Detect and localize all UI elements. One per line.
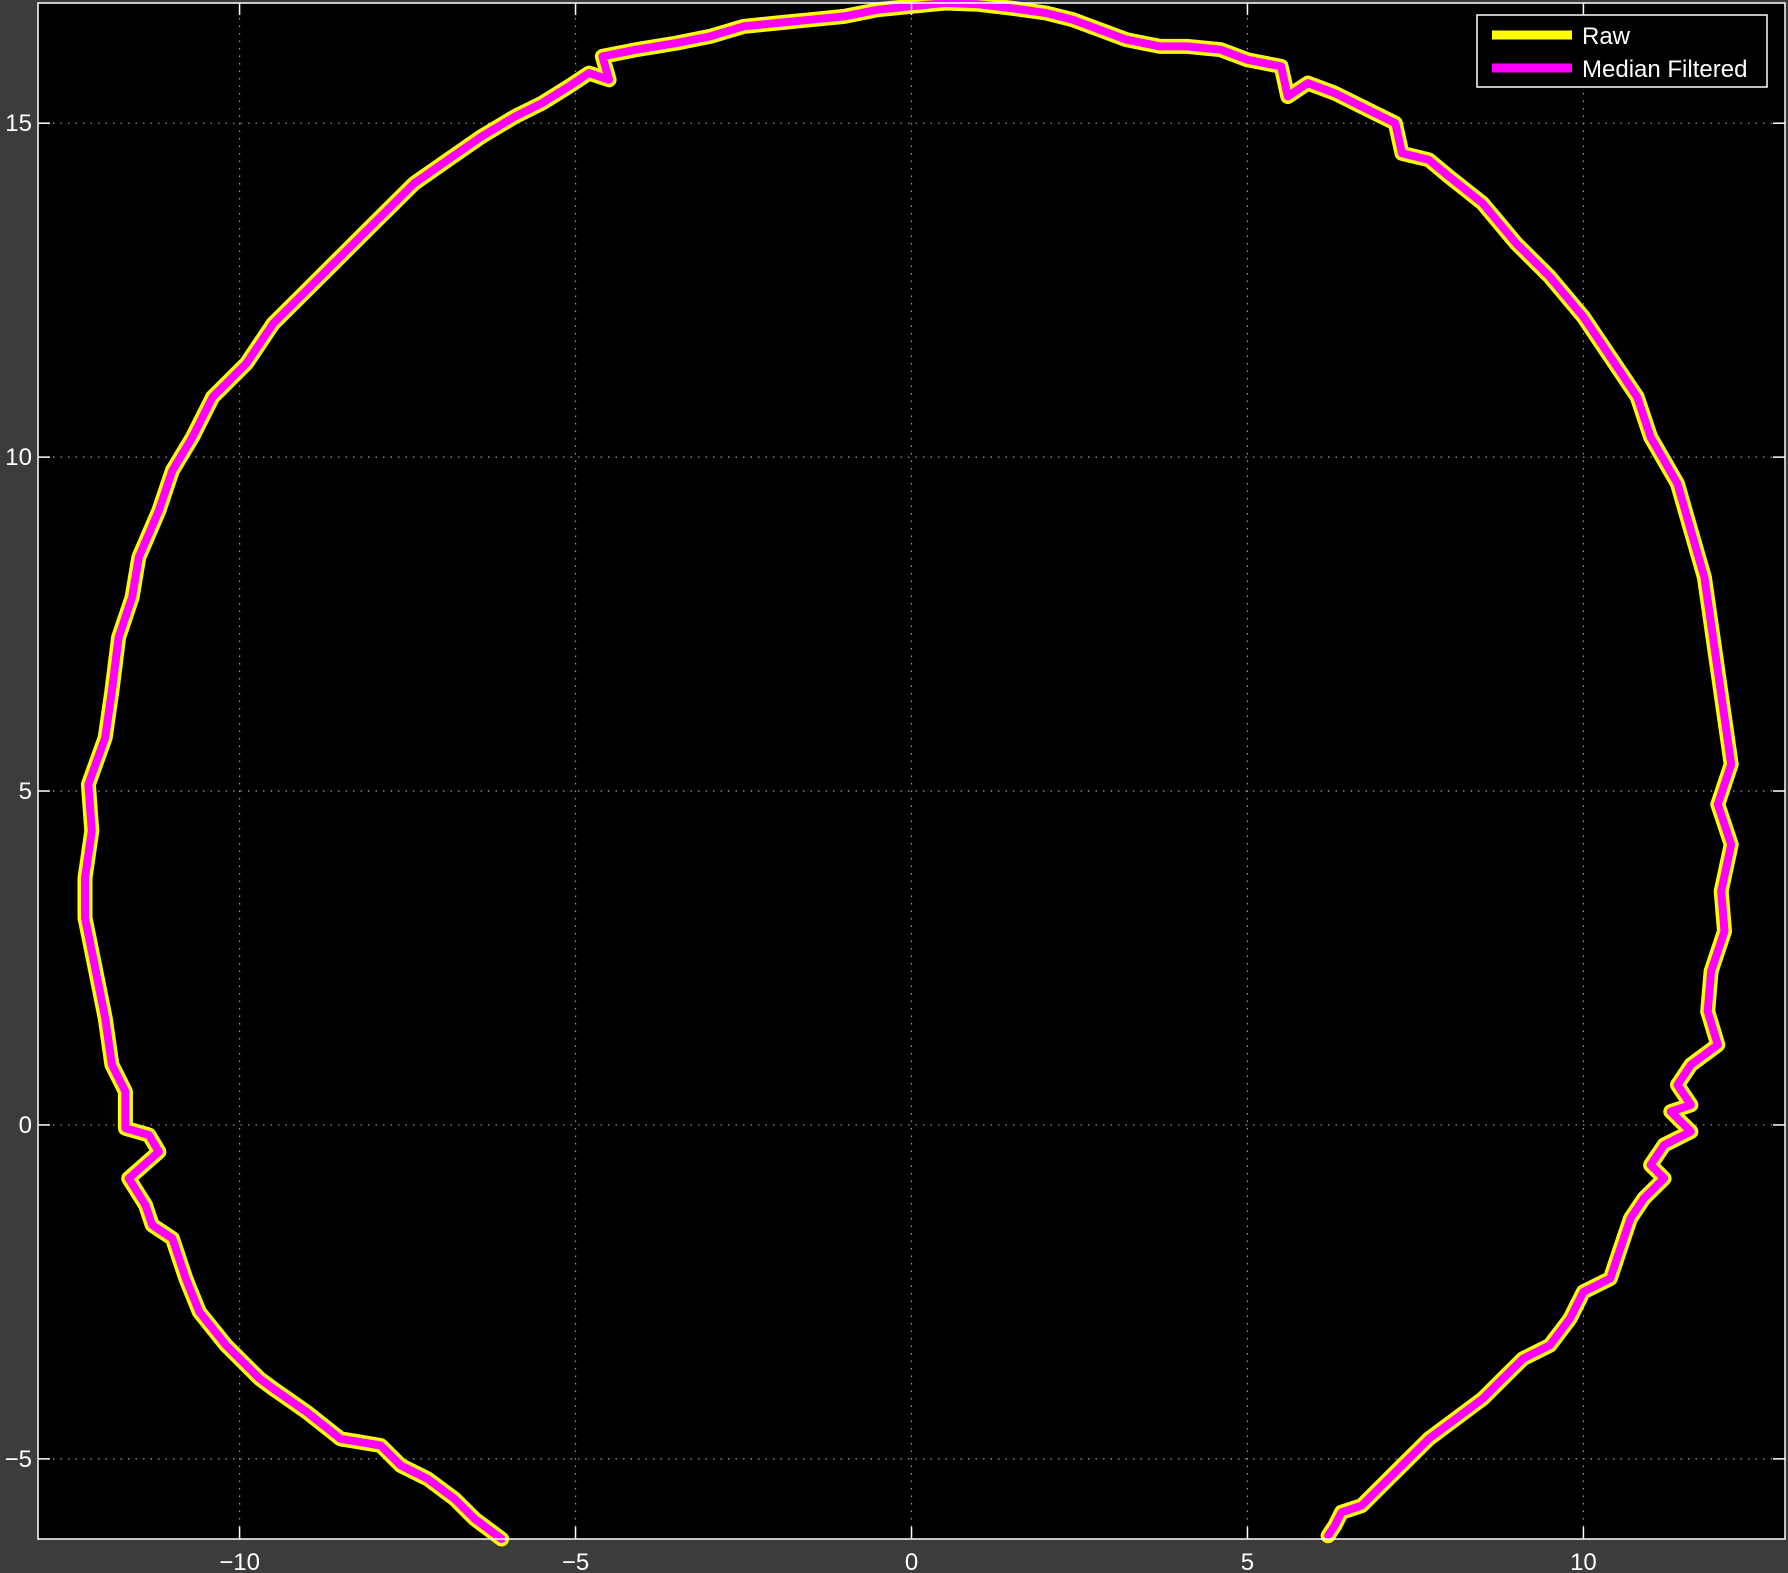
y-tick-label: 0	[19, 1112, 32, 1139]
x-tick-label: −5	[562, 1549, 589, 1573]
y-tick-label: 5	[19, 778, 32, 805]
y-tick-label: −5	[5, 1446, 32, 1473]
x-tick-label: −10	[219, 1549, 260, 1573]
y-tick-label: 15	[5, 110, 32, 137]
x-tick-label: 5	[1241, 1549, 1254, 1573]
x-tick-label: 10	[1570, 1549, 1597, 1573]
legend-label-median-filtered: Median Filtered	[1582, 56, 1747, 83]
legend: Raw Median Filtered	[1476, 14, 1768, 88]
legend-label-raw: Raw	[1582, 23, 1631, 50]
x-tick-label: 0	[905, 1549, 918, 1573]
chart: −10 −5 0 5 10 −5 0 5 10 15 Raw Median Filtered	[0, 0, 1788, 1573]
y-tick-label: 10	[5, 444, 32, 471]
